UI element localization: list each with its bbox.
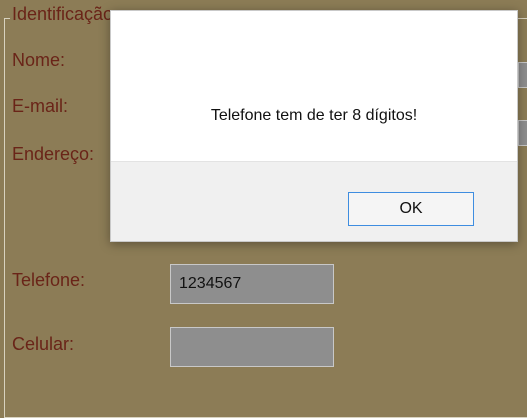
nome-input[interactable] — [518, 62, 527, 88]
telefone-input[interactable]: 1234567 — [170, 264, 334, 304]
endereco-label: Endereço: — [12, 144, 95, 164]
celular-input[interactable] — [170, 327, 334, 367]
telefone-label: Telefone: — [12, 270, 86, 290]
alert-dialog: Telefone tem de ter 8 dígitos! OK — [110, 10, 518, 242]
email-input[interactable] — [518, 120, 527, 146]
nome-label: Nome: — [12, 50, 66, 70]
celular-label: Celular: — [12, 334, 75, 354]
fieldset-legend: Identificação — [10, 4, 116, 25]
ok-button[interactable]: OK — [348, 192, 474, 226]
alert-footer: OK — [111, 161, 517, 241]
alert-message: Telefone tem de ter 8 dígitos! — [210, 107, 418, 124]
email-label: E-mail: — [12, 96, 69, 116]
